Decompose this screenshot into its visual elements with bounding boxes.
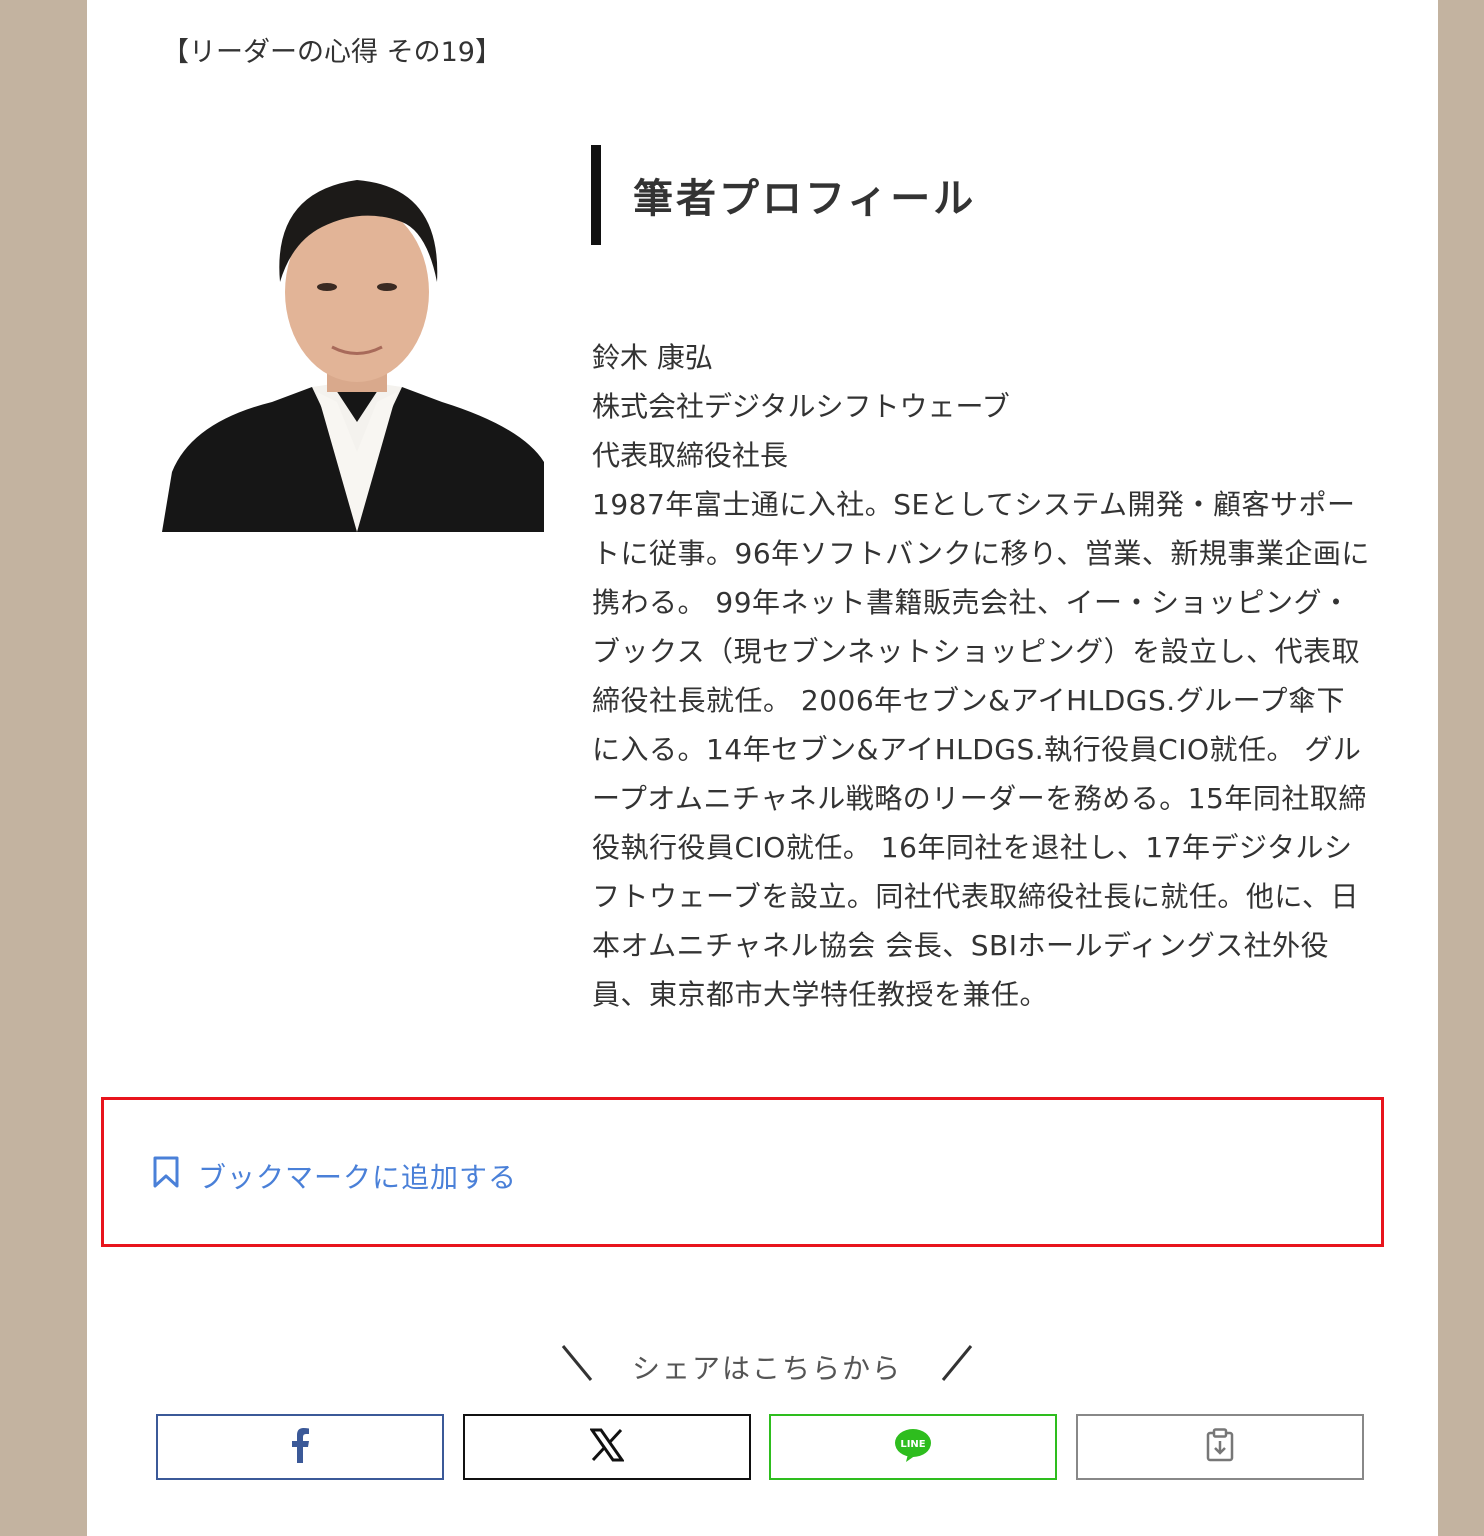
backslash-decoration	[561, 1345, 593, 1381]
svg-text:LINE: LINE	[900, 1439, 925, 1450]
share-x-button[interactable]	[463, 1414, 751, 1480]
line-icon: LINE	[894, 1427, 932, 1467]
copy-link-button[interactable]	[1076, 1414, 1364, 1480]
profile-heading-bar	[591, 145, 601, 245]
bookmark-button[interactable]: ブックマークに追加する	[152, 1155, 517, 1196]
article-content: 【リーダーの心得 その19】 筆者プロフィール 鈴木 康弘 株式会社デジタルシフ…	[87, 0, 1438, 1536]
author-position: 代表取締役社長	[592, 439, 789, 472]
author-bio: 1987年富士通に入社。SEとしてシステム開発・顧客サポートに従事。96年ソフト…	[592, 488, 1370, 1011]
facebook-icon	[288, 1427, 312, 1467]
slash-decoration	[941, 1345, 973, 1381]
clipboard-icon	[1205, 1428, 1235, 1466]
author-company: 株式会社デジタルシフトウェーブ	[592, 390, 1010, 423]
series-title: 【リーダーの心得 その19】	[162, 37, 502, 68]
author-name: 鈴木 康弘	[592, 341, 713, 374]
share-facebook-button[interactable]	[156, 1414, 444, 1480]
share-heading: シェアはこちらから	[557, 1340, 977, 1390]
share-heading-label: シェアはこちらから	[631, 1352, 902, 1385]
share-line-button[interactable]: LINE	[769, 1414, 1057, 1480]
profile-heading: 筆者プロフィール	[633, 176, 977, 222]
author-info: 鈴木 康弘 株式会社デジタルシフトウェーブ 代表取締役社長 1987年富士通に入…	[592, 333, 1372, 1019]
author-photo	[162, 152, 544, 532]
x-icon	[589, 1428, 625, 1466]
bookmark-label: ブックマークに追加する	[198, 1160, 518, 1194]
bookmark-icon	[152, 1155, 180, 1196]
